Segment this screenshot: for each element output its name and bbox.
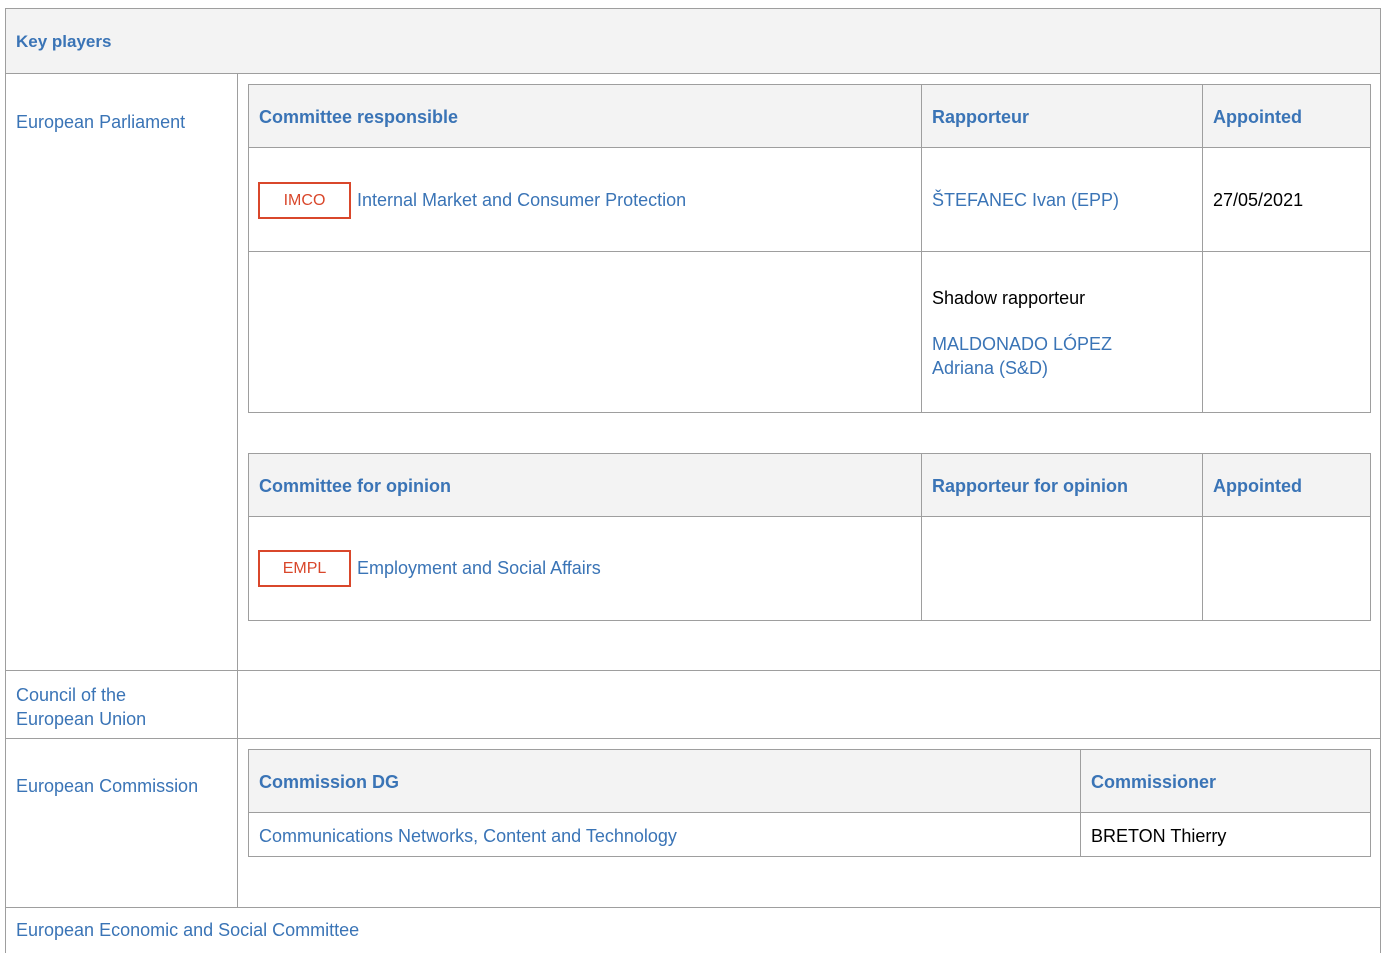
shadow-rapporteur-label: Shadow rapporteur (932, 288, 1086, 308)
column-separator (1202, 454, 1203, 620)
council-link-line2[interactable]: European Union (16, 707, 146, 731)
section-divider (5, 907, 1381, 908)
column-separator (1080, 750, 1081, 856)
col-rapporteur-opinion: Rapporteur for opinion (932, 476, 1128, 496)
col-appointed: Appointed (1213, 107, 1302, 127)
column-separator (1202, 85, 1203, 412)
section-divider (5, 670, 1381, 671)
col-committee-opinion: Committee for opinion (259, 476, 451, 496)
european-parliament-link[interactable]: European Parliament (16, 112, 185, 133)
section-divider (5, 738, 1381, 739)
row-separator (249, 251, 1370, 252)
key-players-title: Key players (16, 32, 112, 51)
shadow-rapporteur-link-line2[interactable]: Adriana (S&D) (932, 356, 1048, 380)
commission-dg-link[interactable]: Communications Networks, Content and Tec… (259, 826, 677, 847)
imco-committee-link[interactable]: Internal Market and Consumer Protection (357, 190, 686, 211)
column-separator (921, 454, 922, 620)
empl-badge[interactable]: EMPL (258, 550, 351, 587)
european-commission-link[interactable]: European Commission (16, 776, 198, 797)
left-column-divider (237, 73, 238, 908)
imco-badge[interactable]: IMCO (258, 182, 351, 219)
eesc-link[interactable]: European Economic and Social Committee (16, 920, 359, 941)
col-appointed-opinion: Appointed (1213, 476, 1302, 496)
col-rapporteur: Rapporteur (932, 107, 1030, 127)
col-commissioner: Commissioner (1091, 772, 1217, 792)
council-link-line1[interactable]: Council of the (16, 683, 126, 707)
col-committee-responsible: Committee responsible (259, 107, 459, 127)
shadow-rapporteur-link-line1[interactable]: MALDONADO LÓPEZ (932, 332, 1112, 356)
commissioner-name: BRETON Thierry (1091, 826, 1227, 846)
column-separator (921, 85, 922, 412)
key-players-header (5, 8, 1381, 74)
col-commission-dg: Commission DG (259, 772, 400, 792)
appointed-date: 27/05/2021 (1213, 190, 1304, 210)
rapporteur-link[interactable]: ŠTEFANEC Ivan (EPP) (932, 190, 1119, 211)
empl-committee-link[interactable]: Employment and Social Affairs (357, 558, 601, 579)
